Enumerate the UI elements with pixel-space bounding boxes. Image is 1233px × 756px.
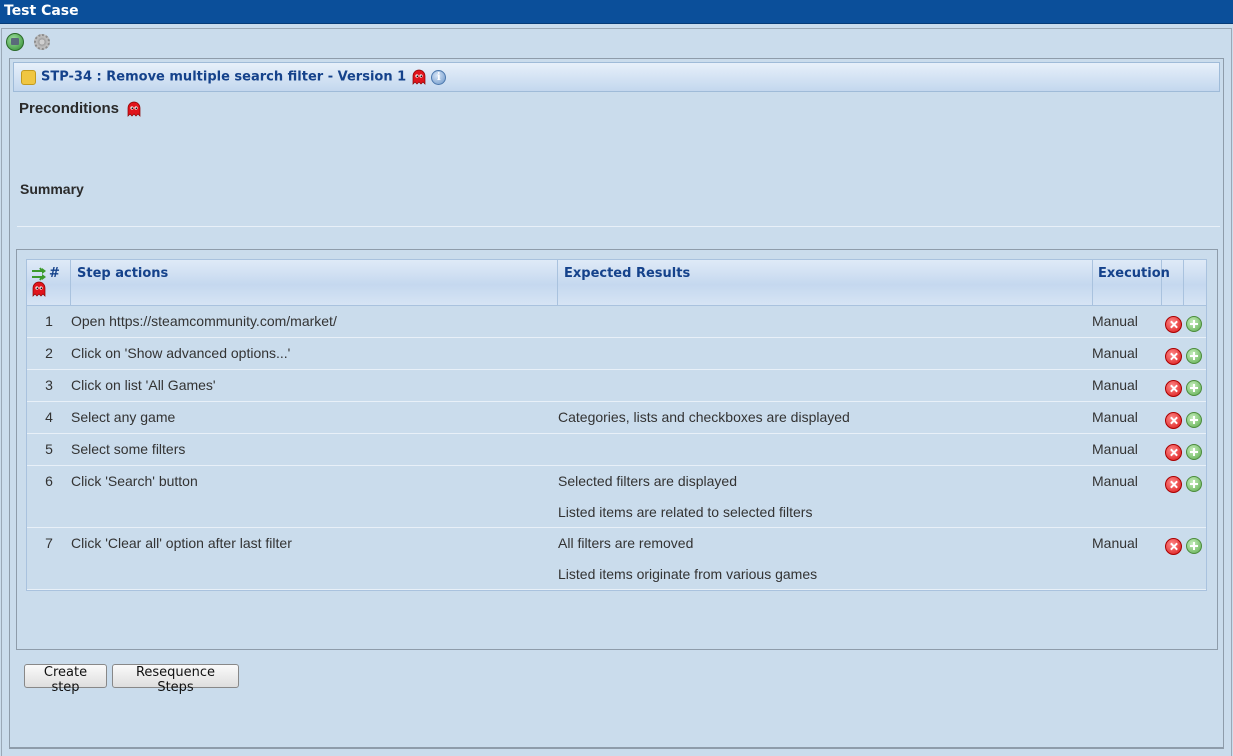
add-icon[interactable] [1186, 348, 1202, 365]
step-action[interactable]: Click on list 'All Games' [71, 377, 216, 393]
step-number: 2 [45, 345, 53, 361]
step-action[interactable]: Click on 'Show advanced options...' [71, 345, 290, 361]
row-actions [1165, 379, 1202, 397]
step-action[interactable]: Click 'Clear all' option after last filt… [71, 535, 292, 551]
step-number: 1 [45, 313, 53, 329]
step-action[interactable]: Open https://steamcommunity.com/market/ [71, 313, 337, 329]
add-icon[interactable] [1186, 538, 1202, 555]
row-actions [1165, 537, 1202, 555]
delete-icon[interactable] [1165, 347, 1182, 365]
step-number: 4 [45, 409, 53, 425]
expected-result-line: Listed items originate from various game… [558, 566, 818, 582]
resequence-steps-button[interactable]: Resequence Steps [112, 664, 239, 695]
execution-type: Manual [1092, 409, 1138, 425]
execution-type: Manual [1092, 441, 1138, 457]
delete-icon[interactable] [1165, 475, 1182, 493]
execution-type: Manual [1092, 345, 1138, 361]
table-body: 1 Open https://steamcommunity.com/market/… [27, 306, 1206, 590]
column-header-expected[interactable]: Expected Results [558, 260, 1093, 306]
table-row[interactable]: 5 Select some filters Manual [27, 434, 1206, 466]
delete-icon[interactable] [1165, 379, 1182, 397]
step-number: 7 [45, 535, 53, 551]
execution-type: Manual [1092, 473, 1138, 489]
table-header: # Step actions Expected Results Executio… [27, 260, 1206, 306]
reorder-arrows-icon[interactable] [31, 266, 49, 281]
execution-type: Manual [1092, 377, 1138, 393]
summary-title: Summary [20, 181, 84, 197]
back-arrow-icon[interactable] [6, 33, 24, 52]
delete-icon[interactable] [1165, 443, 1182, 461]
table-row[interactable]: 3 Click on list 'All Games' Manual [27, 370, 1206, 402]
expected-results[interactable]: Categories, lists and checkboxes are dis… [558, 402, 850, 433]
expected-result-line: Listed items are related to selected fil… [558, 504, 813, 520]
add-icon[interactable] [1186, 444, 1202, 461]
table-row[interactable]: 7 Click 'Clear all' option after last fil… [27, 528, 1206, 590]
column-num-label: # [49, 266, 60, 281]
testcase-title: STP-34 : Remove multiple search filter -… [41, 69, 447, 85]
row-actions [1165, 411, 1202, 429]
add-icon[interactable] [1186, 412, 1202, 429]
column-header-actions[interactable]: Step actions [71, 260, 558, 306]
add-icon[interactable] [1186, 380, 1202, 397]
column-header-num: # [27, 260, 71, 306]
step-number: 5 [45, 441, 53, 457]
window-title: Test Case [0, 0, 1233, 24]
column-header-execution[interactable]: Execution [1093, 260, 1170, 306]
puzzle-icon [21, 70, 36, 85]
step-action[interactable]: Click 'Search' button [71, 473, 198, 489]
expected-result-line: Categories, lists and checkboxes are dis… [558, 409, 850, 425]
step-action[interactable]: Select some filters [71, 441, 185, 457]
table-row[interactable]: 4 Select any game Categories, lists and ch… [27, 402, 1206, 434]
execution-type: Manual [1092, 535, 1138, 551]
step-action[interactable]: Select any game [71, 409, 175, 425]
expected-result-line: Selected filters are displayed [558, 473, 737, 489]
step-number: 6 [45, 473, 53, 489]
ghost-icon[interactable] [411, 69, 427, 85]
add-icon[interactable] [1186, 476, 1202, 493]
delete-icon[interactable] [1165, 537, 1182, 555]
add-icon[interactable] [1186, 316, 1202, 333]
execution-type: Manual [1092, 313, 1138, 329]
row-actions [1165, 443, 1202, 461]
row-actions [1165, 475, 1202, 493]
info-icon[interactable]: i [431, 69, 447, 85]
expected-results[interactable]: Selected filters are displayed Listed ite… [558, 466, 812, 528]
preconditions-title: Preconditions [19, 100, 142, 117]
delete-icon[interactable] [1165, 315, 1182, 333]
step-number: 3 [45, 377, 53, 393]
testcase-title-text: STP-34 : Remove multiple search filter -… [41, 69, 407, 85]
ghost-icon[interactable] [126, 101, 142, 117]
divider [17, 226, 1220, 227]
table-row[interactable]: 2 Click on 'Show advanced options...' Manu… [27, 338, 1206, 370]
testcase-header: STP-34 : Remove multiple search filter -… [13, 62, 1220, 92]
expected-results[interactable]: All filters are removed Listed items orig… [558, 528, 817, 590]
steps-table: # Step actions Expected Results Executio… [26, 259, 1207, 591]
table-row[interactable]: 6 Click 'Search' button Selected filters a… [27, 466, 1206, 528]
row-actions [1165, 315, 1202, 333]
column-header-delete [1162, 260, 1184, 306]
table-row[interactable]: 1 Open https://steamcommunity.com/market/… [27, 306, 1206, 338]
expected-result-line: All filters are removed [558, 535, 694, 551]
create-step-button[interactable]: Create step [24, 664, 107, 695]
ghost-icon[interactable] [31, 281, 47, 297]
top-toolbar [6, 33, 50, 53]
gear-icon[interactable] [33, 34, 50, 51]
bottom-panel-edge [9, 748, 1224, 756]
delete-icon[interactable] [1165, 411, 1182, 429]
column-header-add [1184, 260, 1208, 306]
preconditions-label: Preconditions [19, 100, 120, 117]
row-actions [1165, 347, 1202, 365]
